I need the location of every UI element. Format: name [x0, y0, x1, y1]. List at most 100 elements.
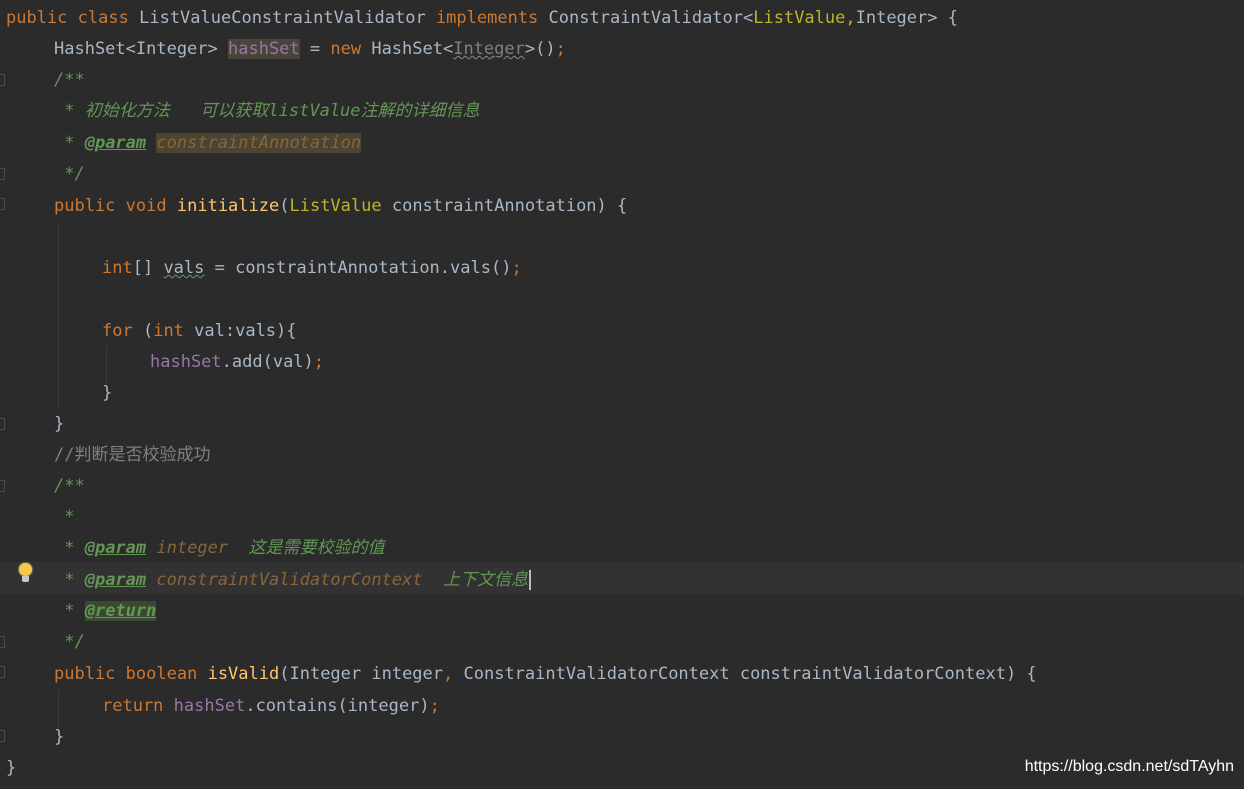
watermark: https://blog.csdn.net/sdTAyhn	[1024, 758, 1234, 775]
code-line[interactable]: */	[6, 627, 85, 658]
code-line[interactable]: }	[6, 378, 112, 409]
semicolon: ;	[313, 352, 325, 372]
javadoc-tag-return: @return	[84, 601, 157, 621]
text-caret	[528, 570, 531, 590]
javadoc-star: *	[54, 601, 85, 621]
constructor-type: HashSet<	[361, 39, 454, 59]
code-line[interactable]: *	[6, 502, 74, 533]
constructor-call: >()	[524, 39, 556, 59]
javadoc-param-desc: 上下文信息	[422, 570, 528, 590]
keyword-class: class	[77, 8, 129, 28]
closing-brace: }	[102, 383, 113, 403]
code-line[interactable]: public boolean isValid(Integer integer, …	[6, 659, 1037, 690]
field-type: HashSet<Integer>	[54, 39, 228, 59]
code-line[interactable]: * @param integer 这是需要校验的值	[6, 533, 385, 564]
code-line[interactable]: for (int val:vals){	[6, 316, 297, 347]
loop-header: val:vals){	[183, 321, 297, 341]
keyword-new: new	[330, 39, 362, 59]
method-call: .add(val)	[221, 352, 314, 372]
local-variable: vals	[163, 258, 205, 278]
fold-marker[interactable]	[0, 730, 5, 742]
javadoc-close: */	[54, 164, 85, 184]
closing-brace: }	[54, 414, 65, 434]
keyword-for: for	[102, 321, 133, 341]
paren: (	[279, 664, 290, 684]
keyword-implements: implements	[435, 8, 539, 28]
fold-marker[interactable]	[0, 666, 5, 678]
code-line[interactable]: int[] vals = constraintAnnotation.vals()…	[6, 253, 522, 284]
javadoc-tag-param: @param	[84, 570, 147, 590]
keyword-return: return	[102, 696, 164, 716]
code-line[interactable]: public class ListValueConstraintValidato…	[6, 3, 958, 34]
code-line[interactable]: //判断是否校验成功	[6, 440, 210, 471]
keyword-boolean: boolean	[125, 664, 198, 684]
class-name: ListValueConstraintValidator	[139, 8, 426, 28]
fold-marker[interactable]	[0, 198, 5, 210]
fold-marker[interactable]	[0, 480, 5, 492]
javadoc-text: * 初始化方法 可以获取listValue注解的详细信息	[54, 101, 480, 121]
fold-marker[interactable]	[0, 74, 5, 86]
code-line[interactable]: * 初始化方法 可以获取listValue注解的详细信息	[6, 96, 480, 127]
javadoc-param-name: constraintAnnotation	[156, 133, 362, 153]
keyword-void: void	[125, 196, 167, 216]
code-line[interactable]: /**	[6, 471, 85, 502]
lightbulb-icon[interactable]	[17, 563, 35, 587]
javadoc-open: /**	[54, 476, 85, 496]
method-isvalid: isValid	[207, 664, 280, 684]
javadoc-close: */	[54, 632, 85, 652]
field-hashset: hashSet	[228, 39, 300, 59]
code-line[interactable]: }	[6, 409, 64, 440]
line-comment: //判断是否校验成功	[54, 445, 211, 465]
expression: = constraintAnnotation.vals()	[204, 258, 512, 278]
array-brackets: []	[132, 258, 164, 278]
paren: (	[279, 196, 290, 216]
interface-name: ConstraintValidator<	[548, 8, 754, 28]
param-type: ListValue	[289, 196, 382, 216]
javadoc-star: *	[54, 133, 85, 153]
javadoc-star: *	[54, 538, 85, 558]
code-line[interactable]: * @return	[6, 596, 157, 627]
field-hashset: hashSet	[173, 696, 246, 716]
code-line[interactable]: * @param constraintAnnotation	[6, 128, 362, 159]
code-line[interactable]: }	[6, 722, 64, 753]
type-argument: Integer> {	[855, 8, 958, 28]
paren: (	[132, 321, 154, 341]
semicolon: ;	[511, 258, 522, 278]
code-line[interactable]: return hashSet.contains(integer);	[6, 691, 440, 722]
param-integer: Integer integer	[289, 664, 444, 684]
javadoc-tag-param: @param	[84, 538, 147, 558]
closing-brace: }	[54, 727, 65, 747]
type-argument: ListValue,	[753, 8, 856, 28]
code-line[interactable]: hashSet.add(val);	[6, 347, 324, 378]
javadoc-star: *	[54, 570, 85, 590]
field-hashset: hashSet	[150, 352, 222, 372]
javadoc-param-name: constraintValidatorContext	[156, 570, 423, 590]
param-context: ConstraintValidatorContext constraintVal…	[463, 664, 1037, 684]
fold-marker[interactable]	[0, 418, 5, 430]
code-line[interactable]: }	[6, 753, 16, 784]
keyword-public: public	[54, 664, 116, 684]
closing-brace: }	[6, 758, 17, 778]
fold-marker[interactable]	[0, 168, 5, 180]
fold-marker[interactable]	[0, 636, 5, 648]
code-line[interactable]: HashSet<Integer> hashSet = new HashSet<I…	[6, 34, 566, 65]
javadoc-star: *	[54, 507, 75, 527]
keyword-public: public	[6, 8, 68, 28]
code-line[interactable]: * @param constraintValidatorContext 上下文信…	[6, 565, 531, 596]
code-line[interactable]: /**	[6, 65, 85, 96]
javadoc-param-name: integer	[156, 538, 229, 558]
javadoc-open: /**	[54, 70, 85, 90]
keyword-int: int	[102, 258, 133, 278]
code-editor[interactable]: public class ListValueConstraintValidato…	[0, 0, 1244, 789]
operator: =	[299, 39, 331, 59]
method-initialize: initialize	[176, 196, 280, 216]
comma: ,	[443, 664, 464, 684]
keyword-public: public	[54, 196, 116, 216]
code-line[interactable]: public void initialize(ListValue constra…	[6, 191, 627, 222]
keyword-int: int	[153, 321, 184, 341]
javadoc-tag-param: @param	[84, 133, 147, 153]
code-line[interactable]: */	[6, 159, 85, 190]
redundant-type-argument: Integer	[453, 39, 525, 59]
semicolon: ;	[555, 39, 566, 59]
javadoc-param-desc: 这是需要校验的值	[228, 538, 385, 558]
